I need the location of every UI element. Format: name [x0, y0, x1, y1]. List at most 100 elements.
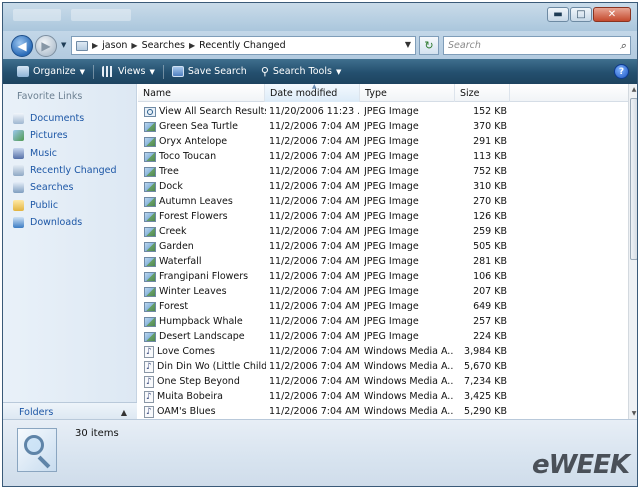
table-row[interactable]: Tree 11/2/2006 7:04 AM JPEG Image 752 KB: [138, 164, 628, 179]
file-name-cell: Frangipani Flowers: [144, 269, 266, 284]
search-box[interactable]: ⌕: [443, 36, 631, 55]
table-row[interactable]: Dock 11/2/2006 7:04 AM JPEG Image 310 KB: [138, 179, 628, 194]
nav-item-music[interactable]: Music: [13, 145, 117, 162]
close-button[interactable]: ✕: [593, 7, 631, 22]
address-dropdown-icon[interactable]: ▼: [405, 40, 411, 49]
nav-item-recently-changed[interactable]: Recently Changed: [13, 162, 117, 179]
table-row[interactable]: OAM's Blues 11/2/2006 7:04 AM Windows Medi…: [138, 404, 628, 419]
column-header-size[interactable]: Size: [455, 84, 510, 102]
table-row[interactable]: Forest Flowers 11/2/2006 7:04 AM JPEG Imag…: [138, 209, 628, 224]
table-row[interactable]: Creek 11/2/2006 7:04 AM JPEG Image 259 KB: [138, 224, 628, 239]
table-row[interactable]: Toco Toucan 11/2/2006 7:04 AM JPEG Image 11…: [138, 149, 628, 164]
audio-file-icon: [144, 345, 154, 359]
nav-item-public[interactable]: Public: [13, 196, 117, 213]
downloads-icon: [13, 216, 24, 228]
audio-file-icon: [144, 375, 154, 389]
search-tools-button[interactable]: ⚲ Search Tools ▼: [255, 62, 348, 82]
search-input[interactable]: [448, 40, 608, 51]
table-row[interactable]: Waterfall 11/2/2006 7:04 AM JPEG Image 281 …: [138, 254, 628, 269]
table-row[interactable]: Desert Landscape 11/2/2006 7:04 AM JPEG Im…: [138, 329, 628, 344]
table-row[interactable]: Green Sea Turtle 11/2/2006 7:04 AM JPEG Im…: [138, 119, 628, 134]
scroll-down-arrow-icon[interactable]: ▼: [629, 408, 637, 419]
file-name-cell: Winter Leaves: [144, 284, 266, 299]
file-name: Din Din Wo (Little Child): [157, 361, 266, 372]
file-date-cell: 11/2/2006 7:04 AM: [269, 211, 359, 222]
file-size-cell: 505 KB: [473, 241, 507, 252]
table-row[interactable]: One Step Beyond 11/2/2006 7:04 AM Windows …: [138, 374, 628, 389]
breadcrumb-recently-changed[interactable]: Recently Changed: [199, 40, 286, 51]
table-row[interactable]: Muita Bobeira 11/2/2006 7:04 AM Windows Me…: [138, 389, 628, 404]
breadcrumb-separator-icon[interactable]: ▶: [92, 41, 98, 50]
table-row[interactable]: Frangipani Flowers 11/2/2006 7:04 AM JPEG …: [138, 269, 628, 284]
refresh-button[interactable]: ↻: [419, 36, 439, 55]
nav-item-label: Searches: [30, 182, 74, 194]
file-size-cell: 207 KB: [473, 286, 507, 297]
save-search-button[interactable]: Save Search: [166, 62, 253, 82]
organize-button[interactable]: Organize ▼: [11, 62, 91, 82]
file-type-cell: JPEG Image: [364, 196, 419, 207]
back-button[interactable]: ◀: [11, 35, 33, 57]
breadcrumb-searches[interactable]: Searches: [142, 40, 185, 51]
nav-item-label: Downloads: [30, 216, 83, 228]
column-size-label: Size: [460, 87, 480, 99]
vertical-scrollbar[interactable]: ▲ ▼: [628, 84, 637, 419]
toolbar-divider: [162, 64, 164, 79]
nav-item-searches[interactable]: Searches: [13, 179, 117, 196]
file-date-cell: 11/2/2006 7:04 AM: [269, 256, 359, 267]
scrollbar-thumb[interactable]: [630, 98, 637, 260]
nav-item-downloads[interactable]: Downloads: [13, 214, 117, 231]
file-type-cell: Windows Media A...: [364, 346, 454, 357]
breadcrumb-separator-icon[interactable]: ▶: [131, 41, 137, 50]
file-name: Forest: [159, 301, 189, 312]
save-search-label: Save Search: [187, 66, 247, 77]
file-type-cell: JPEG Image: [364, 136, 419, 147]
help-button[interactable]: ?: [614, 64, 629, 79]
minimize-button[interactable]: ▬: [547, 7, 569, 22]
search-file-icon: [144, 106, 156, 117]
file-type-cell: JPEG Image: [364, 166, 419, 177]
table-row[interactable]: Winter Leaves 11/2/2006 7:04 AM JPEG Image…: [138, 284, 628, 299]
views-label: Views: [117, 66, 146, 77]
forward-button[interactable]: ▶: [35, 35, 57, 57]
file-name-cell: Oryx Antelope: [144, 134, 266, 149]
file-type-cell: JPEG Image: [364, 316, 419, 327]
table-row[interactable]: Garden 11/2/2006 7:04 AM JPEG Image 505 KB: [138, 239, 628, 254]
table-row[interactable]: Oryx Antelope 11/2/2006 7:04 AM JPEG Image…: [138, 134, 628, 149]
column-header-type[interactable]: Type: [360, 84, 455, 102]
file-name: Forest Flowers: [159, 211, 228, 222]
table-row[interactable]: Humpback Whale 11/2/2006 7:04 AM JPEG Imag…: [138, 314, 628, 329]
music-icon: [13, 147, 24, 159]
nav-item-documents[interactable]: Documents: [13, 110, 117, 127]
file-size-cell: 259 KB: [473, 226, 507, 237]
audio-file-icon: [144, 360, 154, 374]
nav-item-pictures[interactable]: Pictures: [13, 127, 117, 144]
table-row[interactable]: View All Search Results 11/20/2006 11:23 …: [138, 104, 628, 119]
table-row[interactable]: Din Din Wo (Little Child)11/2/2006 7:04 …: [138, 359, 628, 374]
file-size-cell: 649 KB: [473, 301, 507, 312]
table-row[interactable]: Autumn Leaves 11/2/2006 7:04 AM JPEG Image…: [138, 194, 628, 209]
search-icon[interactable]: ⌕: [620, 39, 626, 53]
nav-item-label: Documents: [30, 113, 85, 125]
file-type-cell: Windows Media A...: [364, 391, 454, 402]
breadcrumb-separator-icon[interactable]: ▶: [189, 41, 195, 50]
table-row[interactable]: Love Comes 11/2/2006 7:04 AM Windows Media…: [138, 344, 628, 359]
file-name: OAM's Blues: [157, 406, 216, 417]
table-row[interactable]: Forest 11/2/2006 7:04 AM JPEG Image 649 KB: [138, 299, 628, 314]
file-size-cell: 5,670 KB: [464, 361, 507, 372]
address-bar[interactable]: ▶ jason ▶ Searches ▶ Recently Changed ▼: [71, 36, 416, 55]
title-ghost-right: [71, 9, 131, 21]
column-header-date-modified[interactable]: ▲ Date modified: [265, 84, 360, 102]
jpeg-file-icon: [144, 256, 156, 267]
file-date-cell: 11/2/2006 7:04 AM: [269, 391, 359, 402]
maximize-button[interactable]: □: [570, 7, 592, 22]
file-date-cell: 11/2/2006 7:04 AM: [269, 376, 359, 387]
column-header-name[interactable]: Name: [138, 84, 265, 102]
breadcrumb-jason[interactable]: jason: [102, 40, 127, 51]
eweek-logo: eWEEK: [532, 450, 630, 480]
scroll-up-arrow-icon[interactable]: ▲: [629, 84, 637, 95]
jpeg-file-icon: [144, 121, 156, 132]
file-size-cell: 281 KB: [473, 256, 507, 267]
recent-pages-dropdown[interactable]: ▼: [61, 41, 66, 49]
file-date-cell: 11/2/2006 7:04 AM: [269, 361, 359, 372]
views-button[interactable]: Views ▼: [96, 62, 161, 82]
